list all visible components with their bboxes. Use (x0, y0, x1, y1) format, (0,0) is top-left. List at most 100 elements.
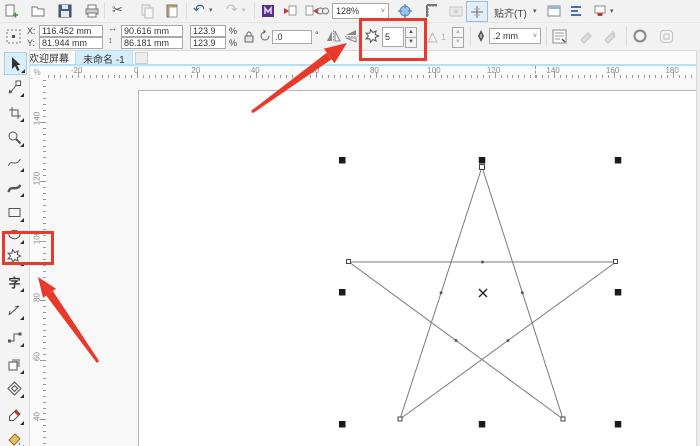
star-sharpness-value: 1 (441, 32, 446, 42)
zoom-level-value: 128% (336, 6, 359, 16)
star-sharpness-spinner: ▲▼ (452, 27, 464, 47)
text-tool-glyph: 字 (8, 277, 20, 289)
effect-grey-2-icon (602, 28, 618, 44)
chevron-down-icon: ˅ (381, 8, 385, 15)
cut-icon[interactable]: ✂ (112, 2, 123, 18)
alignment-guides-icon[interactable] (568, 3, 584, 19)
zoom-level-select[interactable]: 128% ˅ (332, 3, 389, 19)
connector-tool[interactable] (4, 327, 25, 348)
x-position-field[interactable] (39, 25, 103, 37)
vertical-ruler[interactable]: 140120100806040 (33, 78, 47, 446)
text-tool[interactable]: 字 (4, 272, 25, 293)
standard-toolbar: ✂ ↶ ▾ ↷ ▾ 128% ˅ 贴齐(T) ▾ (0, 0, 700, 23)
page-area[interactable] (138, 90, 700, 446)
tab-welcome-screen[interactable]: 欢迎屏幕 (22, 50, 76, 64)
h-ruler-label: 60 (310, 66, 319, 75)
v-ruler-label: 40 (33, 406, 42, 426)
tab-overflow-button[interactable] (135, 52, 148, 64)
tab-welcome-label: 欢迎屏幕 (29, 50, 69, 65)
star-points-field[interactable] (382, 27, 404, 47)
print-icon[interactable] (84, 3, 100, 19)
tab-document[interactable]: 未命名 -1 (75, 50, 133, 65)
star-points-spinner[interactable]: ▲▼ (405, 27, 417, 47)
open-folder-icon[interactable] (30, 3, 46, 19)
star-points-icon (364, 28, 381, 45)
polygon-tool[interactable] (4, 246, 25, 267)
contour-tool[interactable] (4, 378, 25, 399)
crosshair-toggle-button[interactable] (466, 1, 488, 22)
spinner-down-icon[interactable]: ▼ (405, 37, 417, 48)
new-document-icon[interactable] (3, 3, 19, 19)
percent-v-label: % (229, 38, 237, 48)
document-tab-bar: 欢迎屏幕 未命名 -1 (20, 50, 700, 64)
scale-h-field[interactable] (190, 25, 226, 37)
save-icon[interactable] (57, 3, 73, 19)
y-position-field[interactable] (39, 37, 103, 49)
zoom-tool[interactable] (4, 127, 25, 148)
outline-width-select[interactable]: .2 mm ˅ (489, 28, 541, 44)
right-edge-strip (696, 50, 700, 446)
smart-fill-tool[interactable] (4, 429, 25, 446)
color-eyedropper-tool[interactable] (4, 405, 25, 426)
object-height-field[interactable] (121, 37, 183, 49)
percent-h-label: % (229, 26, 237, 36)
snap-to-label[interactable]: 贴齐(T) (494, 5, 527, 20)
scale-v-field[interactable] (190, 37, 226, 49)
h-ruler-label: 140 (546, 66, 559, 75)
paste-icon[interactable] (164, 3, 180, 19)
ring-icon[interactable] (632, 28, 648, 44)
freehand-tool[interactable] (4, 152, 25, 173)
show-rulers-icon[interactable] (424, 3, 440, 19)
h-ruler-label: 160 (606, 66, 619, 75)
outline-width-pen-icon (474, 29, 488, 43)
h-ruler-label: 20 (191, 66, 200, 75)
window-options-icon[interactable] (546, 3, 562, 19)
object-width-field[interactable] (121, 25, 183, 37)
mirror-vertical-icon[interactable] (344, 29, 359, 43)
h-ruler-label: 120 (487, 66, 500, 75)
v-ruler-label: 120 (33, 168, 42, 188)
h-ruler-label: 0 (134, 66, 138, 75)
application-launcher-icon[interactable] (260, 3, 276, 19)
copy-icon (139, 3, 155, 19)
dimension-tool[interactable] (4, 300, 25, 321)
artistic-media-tool[interactable] (4, 177, 25, 198)
h-ruler-label: 180 (665, 66, 678, 75)
undo-icon[interactable]: ↶ (193, 1, 205, 18)
undo-dropdown-icon[interactable]: ▾ (209, 6, 213, 14)
rectangle-tool[interactable] (4, 202, 25, 223)
lock-ratio-icon[interactable] (242, 29, 256, 44)
drop-shadow-tool[interactable] (4, 354, 25, 375)
v-ruler-label: 60 (33, 347, 42, 367)
height-icon: ↕ (108, 35, 113, 45)
flag-options-icon[interactable] (592, 3, 608, 19)
search-content-icon[interactable] (315, 3, 331, 19)
effect-grey-1-icon (578, 28, 594, 44)
import-icon[interactable] (282, 3, 298, 19)
h-ruler-label: -20 (71, 66, 83, 75)
mirror-horizontal-icon[interactable] (326, 29, 341, 43)
rotation-angle-field[interactable] (272, 30, 312, 44)
ruler-cursor-indicator (535, 66, 536, 78)
pick-tool[interactable] (4, 52, 27, 75)
crop-tool[interactable] (4, 102, 25, 123)
fullscreen-preview-icon[interactable] (397, 3, 413, 19)
flag-dropdown-icon[interactable]: ▾ (610, 7, 614, 15)
snap-to-dropdown-icon[interactable]: ▾ (533, 7, 537, 15)
rotation-unit-label: ° (315, 30, 319, 40)
ellipse-tool[interactable] (4, 224, 25, 245)
h-ruler-label: 80 (370, 66, 379, 75)
drawing-canvas[interactable] (46, 78, 700, 446)
star-sharpness-icon (426, 31, 439, 44)
object-position-pin-icon[interactable] (5, 28, 22, 45)
v-ruler-label: 100 (33, 228, 42, 248)
rotation-angle-icon (258, 29, 272, 43)
chevron-down-icon: ˅ (533, 33, 537, 40)
shape-tool[interactable] (4, 77, 25, 98)
y-label: Y: (27, 38, 35, 48)
property-bar: X: Y: ↔ ↕ % % ° ▲▼ 1 ▲▼ (0, 23, 700, 51)
wrap-text-icon[interactable] (551, 28, 568, 45)
h-ruler-label: 100 (427, 66, 440, 75)
width-icon: ↔ (108, 23, 117, 33)
toolbox: 字 (0, 50, 30, 446)
